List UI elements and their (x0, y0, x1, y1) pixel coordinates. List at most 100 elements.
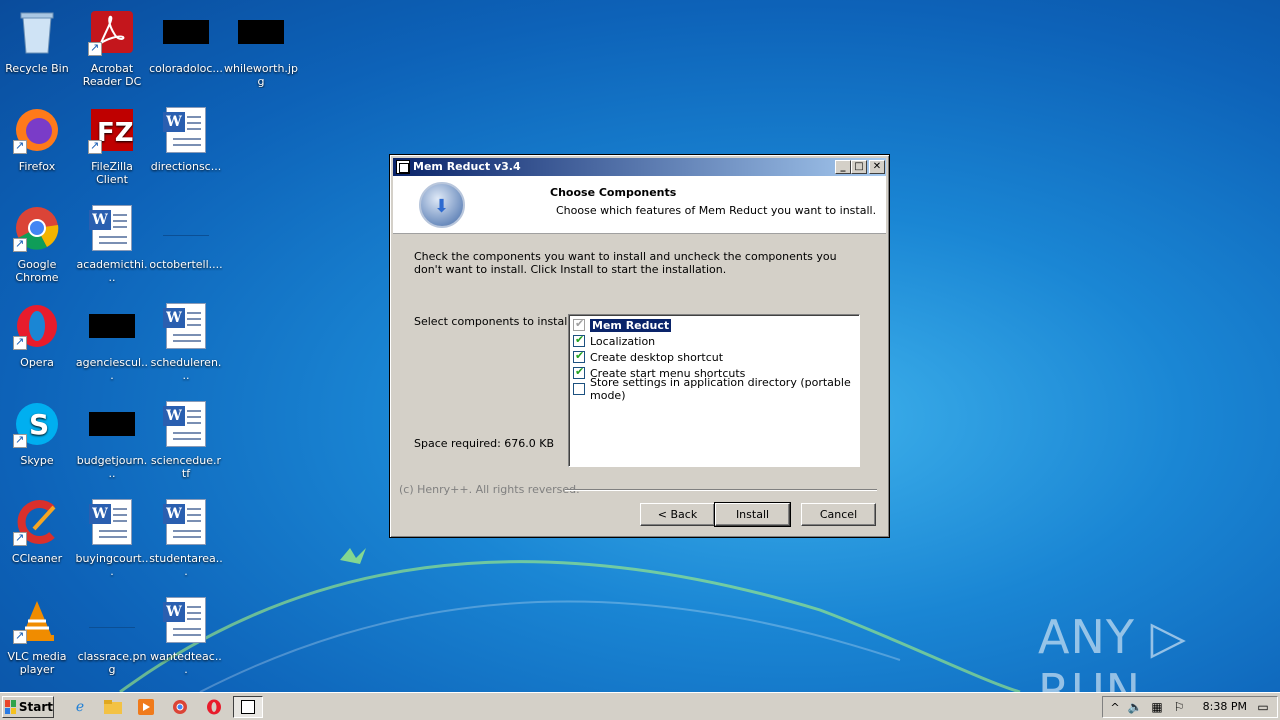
acrobat-icon (88, 8, 136, 56)
shortcut-arrow-icon (88, 41, 102, 56)
desktop-icon-agenciescul[interactable]: agenciescul... (75, 298, 149, 388)
skype-icon: S (13, 400, 61, 448)
component-item[interactable]: Localization (573, 333, 855, 349)
taskbar-installer-button[interactable] (233, 696, 263, 718)
component-item[interactable]: Mem Reduct (573, 317, 855, 333)
file-explorer-icon[interactable] (103, 697, 123, 717)
filezilla-icon: FZ (88, 106, 136, 154)
desktop-icon-skype[interactable]: S Skype (0, 396, 74, 486)
instructions-text: Check the components you want to install… (414, 250, 837, 276)
installer-app-icon (241, 700, 255, 714)
desktop-icon-coloradoloc[interactable]: coloradoloc... (149, 4, 223, 94)
desktop-icon-label: VLC media player (7, 650, 67, 676)
desktop-icon-firefox[interactable]: Firefox (0, 102, 74, 192)
taskbar: Start ℯ ^ 🔈 ▦ ⚐ 8:38 PM ▭ (0, 692, 1280, 720)
desktop-icon-label: CCleaner (11, 552, 63, 565)
desktop-icon-octobertell[interactable]: octobertell.... (149, 200, 223, 290)
back-button[interactable]: < Back (640, 503, 715, 526)
install-button[interactable]: Install (714, 502, 791, 527)
checkbox[interactable] (573, 333, 585, 347)
desktop-icon-opera[interactable]: Opera (0, 298, 74, 388)
internet-explorer-icon[interactable]: ℯ (70, 697, 90, 717)
select-components-label: Select components to install: (414, 315, 575, 328)
checkbox[interactable] (573, 349, 585, 363)
chrome-icon (13, 204, 61, 252)
desktop-icon-vlc[interactable]: VLC media player (0, 592, 74, 682)
word-document-icon: W (162, 498, 210, 546)
desktop-icon-ccleaner[interactable]: CCleaner (0, 494, 74, 584)
desktop-icon-wantedteac[interactable]: W wantedteac... (149, 592, 223, 682)
system-tray: ^ 🔈 ▦ ⚐ 8:38 PM ▭ (1102, 696, 1278, 718)
windows-flag-icon (5, 700, 16, 714)
start-button[interactable]: Start (2, 696, 54, 718)
component-label: Localization (590, 334, 656, 348)
desktop-icon-budgetjourn[interactable]: budgetjourn... (75, 396, 149, 486)
desktop-icon-studentarea[interactable]: W studentarea... (149, 494, 223, 584)
desktop-icon-label: directionsc... (150, 160, 222, 173)
desktop-icon-recycle-bin[interactable]: Recycle Bin (0, 4, 74, 94)
chrome-taskbar-icon[interactable] (170, 697, 190, 717)
desktop-icon-label: studentarea... (149, 552, 223, 578)
desktop-icon-label: coloradoloc... (149, 62, 223, 75)
component-label: Store settings in application directory … (590, 376, 851, 402)
media-player-icon[interactable] (136, 697, 156, 717)
desktop-icon-sciencedue[interactable]: W sciencedue.rtf (149, 396, 223, 486)
desktop-icon-filezilla[interactable]: FZ FileZilla Client (75, 102, 149, 192)
desktop-icon-label: budgetjourn... (76, 454, 148, 480)
desktop-icon-label: wantedteac... (150, 650, 222, 676)
volume-icon[interactable]: 🔈 (1125, 697, 1145, 717)
desktop-icon-buyingcourt[interactable]: W buyingcourt... (75, 494, 149, 584)
components-list[interactable]: Mem Reduct Localization Create desktop s… (568, 314, 860, 467)
desktop-icon-whileworth[interactable]: whileworth.jpg (224, 4, 298, 94)
dialog-title: Mem Reduct v3.4 (413, 160, 521, 173)
desktop-icon-label: Recycle Bin (5, 62, 69, 75)
clock[interactable]: 8:38 PM (1203, 700, 1247, 713)
desktop-icon-label: Opera (20, 356, 54, 369)
cancel-button[interactable]: Cancel (801, 503, 876, 526)
desktop-icon-directionsc[interactable]: W directionsc... (149, 102, 223, 192)
desktop-icon-label: buyingcourt... (75, 552, 149, 578)
shortcut-arrow-icon (13, 139, 27, 154)
checkbox[interactable] (573, 383, 585, 395)
app-icon (396, 160, 410, 174)
shortcut-arrow-icon (13, 433, 27, 448)
desktop-icon-classrace[interactable]: classrace.png (75, 592, 149, 682)
dialog-titlebar[interactable]: Mem Reduct v3.4 _ □ ✕ (393, 158, 886, 176)
component-label: Mem Reduct (590, 318, 672, 332)
word-document-icon: W (88, 498, 136, 546)
show-desktop-icon[interactable]: ▭ (1253, 697, 1273, 717)
desktop-icon-google-chrome[interactable]: Google Chrome (0, 200, 74, 290)
network-icon[interactable]: ▦ (1147, 697, 1167, 717)
header-title: Choose Components (550, 186, 677, 199)
desktop-icon-label: scheduleren... (150, 356, 222, 382)
desktop-icon-label: FileZilla Client (91, 160, 133, 186)
start-label: Start (18, 700, 53, 714)
image-thumbnail-icon (88, 596, 136, 644)
show-hidden-icons-icon[interactable]: ^ (1105, 697, 1125, 717)
desktop-icon-label: Skype (20, 454, 54, 467)
redacted-thumbnail-icon (237, 8, 285, 56)
shortcut-arrow-icon (88, 139, 102, 154)
close-icon[interactable]: ✕ (869, 160, 885, 174)
action-center-flag-icon[interactable]: ⚐ (1169, 697, 1189, 717)
component-item[interactable]: Create desktop shortcut (573, 349, 855, 365)
desktop-icon-scheduleren[interactable]: W scheduleren... (149, 298, 223, 388)
space-required-label: Space required: 676.0 KB (414, 437, 555, 450)
checkbox[interactable] (573, 365, 585, 379)
desktop-icon-academicthi[interactable]: W academicthi... (75, 200, 149, 290)
opera-taskbar-icon[interactable] (204, 697, 224, 717)
minimize-icon[interactable]: _ (835, 160, 851, 174)
vlc-cone-icon (13, 596, 61, 644)
firefox-icon (13, 106, 61, 154)
redacted-thumbnail-icon (88, 400, 136, 448)
desktop-icon-label: Firefox (18, 160, 56, 173)
desktop-icon-label: classrace.png (77, 650, 147, 676)
component-item[interactable]: Store settings in application directory … (573, 376, 855, 402)
desktop-icon-label: academicthi... (76, 258, 148, 284)
svg-text:S: S (29, 408, 49, 441)
desktop-icon-acrobat[interactable]: Acrobat Reader DC (75, 4, 149, 94)
maximize-icon[interactable]: □ (851, 160, 867, 174)
desktop-icon-label: Google Chrome (15, 258, 59, 284)
desktop-icon-label: agenciescul... (75, 356, 149, 382)
shortcut-arrow-icon (13, 531, 27, 546)
